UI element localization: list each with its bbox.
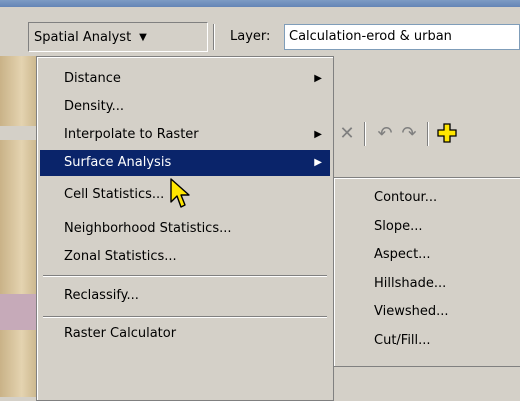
pointer-cursor-icon [170,178,190,208]
spatial-analyst-dropdown[interactable]: Spatial Analyst ▼ [28,22,208,52]
window-top-strip [0,0,520,10]
layer-label: Layer: [230,29,271,44]
submenu-item-aspect[interactable]: Aspect... [337,242,517,268]
submenu-item-slope[interactable]: Slope... [337,214,517,240]
menu-item-interpolate-to-raster[interactable]: Interpolate to Raster ▶ [40,122,330,148]
add-data-icon[interactable] [435,120,459,146]
undo-icon[interactable]: ↶ [373,120,397,146]
menu-item-raster-calculator[interactable]: Raster Calculator [40,321,330,347]
submenu-item-hillshade[interactable]: Hillshade... [337,271,517,297]
submenu-item-contour[interactable]: Contour... [337,185,517,211]
spatial-analyst-toolbar: Spatial Analyst ▼ Layer: Calculation-ero… [0,20,520,56]
layer-combobox[interactable]: Calculation-erod & urban [284,24,520,50]
menu-item-surface-analysis[interactable]: Surface Analysis ▶ [40,150,330,176]
right-triangle-icon: ▶ [314,157,322,168]
submenu-item-viewshed[interactable]: Viewshed... [337,299,517,325]
redo-icon[interactable]: ↷ [397,120,421,146]
right-triangle-icon: ▶ [314,129,322,140]
menu-item-neighborhood-statistics[interactable]: Neighborhood Statistics... [40,216,330,242]
menu-separator [43,316,327,318]
submenu-item-cut-fill[interactable]: Cut/Fill... [337,328,517,354]
menu-item-zonal-statistics[interactable]: Zonal Statistics... [40,244,330,270]
standard-toolbar-partial: ✕ ↶ ↷ [333,110,520,156]
toolbar-separator [213,24,215,50]
down-triangle-icon: ▼ [139,31,147,43]
right-triangle-icon: ▶ [314,73,322,84]
x-icon[interactable]: ✕ [335,120,359,146]
map-view-edge [0,56,36,397]
spatial-analyst-label: Spatial Analyst [34,29,132,45]
surface-analysis-submenu: Contour... Slope... Aspect... Hillshade.… [333,177,520,367]
menu-item-distance[interactable]: Distance ▶ [40,66,330,92]
menu-item-reclassify[interactable]: Reclassify... [40,283,330,309]
menu-separator [43,275,327,277]
spatial-analyst-menu: Distance ▶ Density... Interpolate to Ras… [36,56,334,401]
menu-item-density[interactable]: Density... [40,94,330,120]
